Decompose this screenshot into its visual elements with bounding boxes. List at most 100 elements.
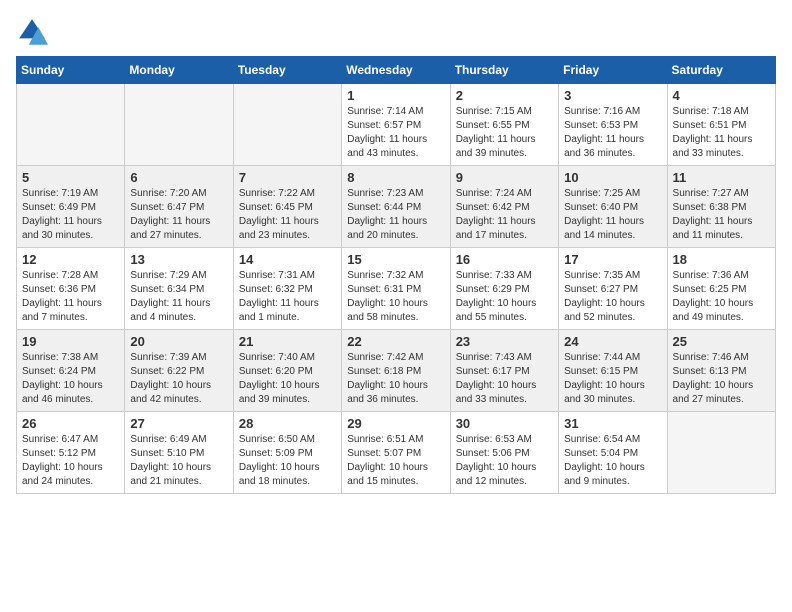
day-number: 25	[673, 334, 770, 349]
day-number: 14	[239, 252, 336, 267]
calendar-day-cell: 31 Sunrise: 6:54 AM Sunset: 5:04 PM Dayli…	[559, 412, 667, 494]
day-number: 16	[456, 252, 553, 267]
day-number: 21	[239, 334, 336, 349]
calendar-day-cell: 13 Sunrise: 7:29 AM Sunset: 6:34 PM Dayli…	[125, 248, 233, 330]
day-info: Sunrise: 7:40 AM Sunset: 6:20 PM Dayligh…	[239, 351, 336, 407]
day-number: 27	[130, 416, 227, 431]
day-number: 10	[564, 170, 661, 185]
calendar-day-cell: 7 Sunrise: 7:22 AM Sunset: 6:45 PM Daylig…	[233, 166, 341, 248]
day-number: 20	[130, 334, 227, 349]
day-info: Sunrise: 7:15 AM Sunset: 6:55 PM Dayligh…	[456, 105, 553, 161]
day-number: 31	[564, 416, 661, 431]
day-number: 23	[456, 334, 553, 349]
logo	[16, 16, 52, 48]
calendar-day-cell: 18Sunrise: 7:36 AM Sunset: 6:25 PM Dayli…	[667, 248, 775, 330]
day-info: Sunrise: 6:50 AM Sunset: 5:09 PM Dayligh…	[239, 433, 336, 489]
calendar-day-cell: 3 Sunrise: 7:16 AM Sunset: 6:53 PM Daylig…	[559, 84, 667, 166]
day-info: Sunrise: 7:32 AM Sunset: 6:31 PM Dayligh…	[347, 269, 444, 325]
day-info: Sunrise: 7:38 AM Sunset: 6:24 PM Dayligh…	[22, 351, 119, 407]
weekday-header: Saturday	[667, 57, 775, 84]
day-number: 13	[130, 252, 227, 267]
day-info: Sunrise: 7:36 AM Sunset: 6:25 PM Dayligh…	[673, 269, 770, 325]
weekday-header: Monday	[125, 57, 233, 84]
day-number: 3	[564, 88, 661, 103]
day-info: Sunrise: 7:33 AM Sunset: 6:29 PM Dayligh…	[456, 269, 553, 325]
calendar-day-cell: 10 Sunrise: 7:25 AM Sunset: 6:40 PM Dayli…	[559, 166, 667, 248]
day-info: Sunrise: 7:42 AM Sunset: 6:18 PM Dayligh…	[347, 351, 444, 407]
day-number: 9	[456, 170, 553, 185]
day-number: 24	[564, 334, 661, 349]
calendar-day-cell: 19 Sunrise: 7:38 AM Sunset: 6:24 PM Dayli…	[17, 330, 125, 412]
day-info: Sunrise: 6:53 AM Sunset: 5:06 PM Dayligh…	[456, 433, 553, 489]
calendar-day-cell: 11Sunrise: 7:27 AM Sunset: 6:38 PM Dayli…	[667, 166, 775, 248]
day-number: 7	[239, 170, 336, 185]
day-info: Sunrise: 7:24 AM Sunset: 6:42 PM Dayligh…	[456, 187, 553, 243]
calendar-day-cell: 4 Sunrise: 7:18 AM Sunset: 6:51 PM Daylig…	[667, 84, 775, 166]
day-info: Sunrise: 7:22 AM Sunset: 6:45 PM Dayligh…	[239, 187, 336, 243]
calendar-day-cell: 15 Sunrise: 7:32 AM Sunset: 6:31 PM Dayli…	[342, 248, 450, 330]
calendar-header-row: SundayMondayTuesdayWednesdayThursdayFrid…	[17, 57, 776, 84]
day-info: Sunrise: 6:49 AM Sunset: 5:10 PM Dayligh…	[130, 433, 227, 489]
day-number: 29	[347, 416, 444, 431]
day-number: 30	[456, 416, 553, 431]
day-info: Sunrise: 7:27 AM Sunset: 6:38 PM Dayligh…	[673, 187, 770, 243]
calendar-day-cell: 25Sunrise: 7:46 AM Sunset: 6:13 PM Dayli…	[667, 330, 775, 412]
day-number: 19	[22, 334, 119, 349]
calendar-day-cell: 8Sunrise: 7:23 AM Sunset: 6:44 PM Daylig…	[342, 166, 450, 248]
day-info: Sunrise: 7:29 AM Sunset: 6:34 PM Dayligh…	[130, 269, 227, 325]
calendar-day-cell: 23 Sunrise: 7:43 AM Sunset: 6:17 PM Dayli…	[450, 330, 558, 412]
calendar-week-row: 12 Sunrise: 7:28 AM Sunset: 6:36 PM Dayli…	[17, 248, 776, 330]
calendar-day-cell	[233, 84, 341, 166]
calendar-week-row: 19 Sunrise: 7:38 AM Sunset: 6:24 PM Dayli…	[17, 330, 776, 412]
day-info: Sunrise: 7:18 AM Sunset: 6:51 PM Dayligh…	[673, 105, 770, 161]
calendar-day-cell	[667, 412, 775, 494]
calendar-day-cell: 30 Sunrise: 6:53 AM Sunset: 5:06 PM Dayli…	[450, 412, 558, 494]
calendar-day-cell	[125, 84, 233, 166]
logo-icon	[16, 16, 48, 48]
day-info: Sunrise: 7:28 AM Sunset: 6:36 PM Dayligh…	[22, 269, 119, 325]
day-info: Sunrise: 6:54 AM Sunset: 5:04 PM Dayligh…	[564, 433, 661, 489]
calendar-week-row: 5 Sunrise: 7:19 AM Sunset: 6:49 PM Daylig…	[17, 166, 776, 248]
calendar-day-cell: 12 Sunrise: 7:28 AM Sunset: 6:36 PM Dayli…	[17, 248, 125, 330]
calendar-day-cell: 5 Sunrise: 7:19 AM Sunset: 6:49 PM Daylig…	[17, 166, 125, 248]
day-number: 17	[564, 252, 661, 267]
calendar-day-cell: 1 Sunrise: 7:14 AM Sunset: 6:57 PM Daylig…	[342, 84, 450, 166]
calendar-day-cell: 21 Sunrise: 7:40 AM Sunset: 6:20 PM Dayli…	[233, 330, 341, 412]
day-info: Sunrise: 7:43 AM Sunset: 6:17 PM Dayligh…	[456, 351, 553, 407]
calendar-day-cell: 14Sunrise: 7:31 AM Sunset: 6:32 PM Dayli…	[233, 248, 341, 330]
calendar-day-cell: 16 Sunrise: 7:33 AM Sunset: 6:29 PM Dayli…	[450, 248, 558, 330]
calendar-day-cell: 17 Sunrise: 7:35 AM Sunset: 6:27 PM Dayli…	[559, 248, 667, 330]
day-info: Sunrise: 7:16 AM Sunset: 6:53 PM Dayligh…	[564, 105, 661, 161]
day-number: 12	[22, 252, 119, 267]
day-number: 2	[456, 88, 553, 103]
calendar-day-cell: 29 Sunrise: 6:51 AM Sunset: 5:07 PM Dayli…	[342, 412, 450, 494]
calendar-day-cell: 9 Sunrise: 7:24 AM Sunset: 6:42 PM Daylig…	[450, 166, 558, 248]
calendar-day-cell: 22Sunrise: 7:42 AM Sunset: 6:18 PM Dayli…	[342, 330, 450, 412]
calendar-day-cell: 2 Sunrise: 7:15 AM Sunset: 6:55 PM Daylig…	[450, 84, 558, 166]
day-number: 1	[347, 88, 444, 103]
day-number: 4	[673, 88, 770, 103]
day-info: Sunrise: 6:47 AM Sunset: 5:12 PM Dayligh…	[22, 433, 119, 489]
day-info: Sunrise: 7:39 AM Sunset: 6:22 PM Dayligh…	[130, 351, 227, 407]
calendar-day-cell: 24 Sunrise: 7:44 AM Sunset: 6:15 PM Dayli…	[559, 330, 667, 412]
day-info: Sunrise: 7:19 AM Sunset: 6:49 PM Dayligh…	[22, 187, 119, 243]
page-header	[16, 16, 776, 48]
day-info: Sunrise: 7:14 AM Sunset: 6:57 PM Dayligh…	[347, 105, 444, 161]
day-info: Sunrise: 7:44 AM Sunset: 6:15 PM Dayligh…	[564, 351, 661, 407]
day-number: 15	[347, 252, 444, 267]
calendar-day-cell: 6 Sunrise: 7:20 AM Sunset: 6:47 PM Daylig…	[125, 166, 233, 248]
weekday-header: Friday	[559, 57, 667, 84]
day-info: Sunrise: 7:23 AM Sunset: 6:44 PM Dayligh…	[347, 187, 444, 243]
day-info: Sunrise: 6:51 AM Sunset: 5:07 PM Dayligh…	[347, 433, 444, 489]
day-number: 6	[130, 170, 227, 185]
day-info: Sunrise: 7:25 AM Sunset: 6:40 PM Dayligh…	[564, 187, 661, 243]
day-info: Sunrise: 7:35 AM Sunset: 6:27 PM Dayligh…	[564, 269, 661, 325]
calendar-day-cell: 26Sunrise: 6:47 AM Sunset: 5:12 PM Dayli…	[17, 412, 125, 494]
calendar-week-row: 26Sunrise: 6:47 AM Sunset: 5:12 PM Dayli…	[17, 412, 776, 494]
weekday-header: Tuesday	[233, 57, 341, 84]
day-info: Sunrise: 7:20 AM Sunset: 6:47 PM Dayligh…	[130, 187, 227, 243]
calendar-day-cell: 27 Sunrise: 6:49 AM Sunset: 5:10 PM Dayli…	[125, 412, 233, 494]
day-number: 5	[22, 170, 119, 185]
weekday-header: Thursday	[450, 57, 558, 84]
weekday-header: Wednesday	[342, 57, 450, 84]
